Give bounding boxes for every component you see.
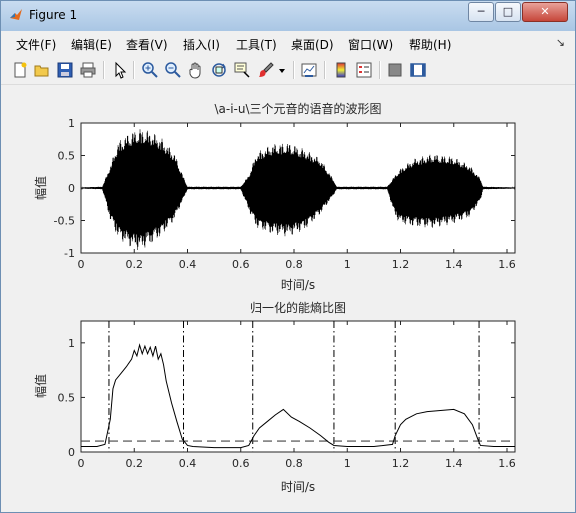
waveform-xtick-label: 0.4: [179, 258, 197, 271]
energy-entropy-title: 归一化的能熵比图: [250, 300, 346, 315]
waveform-title: \a-i-u\三个元音的语音的波形图: [214, 101, 381, 116]
waveform-xlabel: 时间/s: [281, 278, 315, 292]
toolbar-separator: [324, 61, 326, 79]
energy-entropy-xtick-label: 0.2: [126, 457, 144, 470]
energy-entropy-xtick-label: 1.2: [392, 457, 410, 470]
menu-overflow-icon[interactable]: ↘: [556, 36, 565, 49]
waveform-xtick-label: 1.2: [392, 258, 410, 271]
menu-help[interactable]: 帮助(H): [409, 36, 451, 53]
energy-entropy-xtick-label: 0.4: [179, 457, 197, 470]
menu-edit[interactable]: 编辑(E): [71, 36, 112, 53]
waveform-ytick-label: 0.5: [58, 150, 76, 163]
window-title: Figure 1: [29, 8, 78, 22]
waveform-ytick-label: 1: [68, 117, 75, 130]
show-plot-tools-icon[interactable]: [409, 61, 427, 79]
waveform-xtick-label: 1: [344, 258, 351, 271]
energy-entropy-xtick-label: 1: [344, 457, 351, 470]
toolbar: [1, 56, 575, 85]
minimize-button[interactable]: ─: [468, 2, 494, 22]
figure-window: Figure 1 ─ □ ✕ 文件(F) 编辑(E) 查看(V) 插入(I) 工…: [0, 0, 576, 513]
energy-entropy-xtick-label: 0.6: [232, 457, 250, 470]
waveform-xtick-label: 0.8: [285, 258, 303, 271]
zoom-in-icon[interactable]: [141, 61, 159, 79]
new-figure-icon[interactable]: [11, 61, 29, 79]
waveform-xtick-label: 1.6: [498, 258, 516, 271]
energy-entropy-ytick-label: 0.5: [58, 391, 76, 404]
pointer-icon[interactable]: [111, 61, 129, 79]
energy-entropy-xtick-label: 1.4: [445, 457, 463, 470]
toolbar-separator: [103, 61, 105, 79]
menu-bar: 文件(F) 编辑(E) 查看(V) 插入(I) 工具(T) 桌面(D) 窗口(W…: [1, 32, 575, 56]
open-file-icon[interactable]: [33, 61, 51, 79]
toolbar-separator: [379, 61, 381, 79]
plot-area: 0 0.2 0.4 0.6 0.8 1 1.2 1.4 1.6 -1 -0.5 0 0.5 1 \a-i-…: [33, 101, 516, 494]
colorbar-icon[interactable]: [332, 61, 350, 79]
menu-tools[interactable]: 工具(T): [236, 36, 277, 53]
zoom-out-icon[interactable]: [164, 61, 182, 79]
hide-plot-tools-icon[interactable]: [386, 61, 404, 79]
energy-entropy-ytick-label: 0: [68, 446, 75, 459]
menu-desktop[interactable]: 桌面(D): [291, 36, 334, 53]
maximize-button[interactable]: □: [495, 2, 521, 22]
brush-dropdown-icon[interactable]: [277, 61, 287, 79]
toolbar-separator: [293, 61, 295, 79]
figure-canvas: 0 0.2 0.4 0.6 0.8 1 1.2 1.4 1.6 -1 -0.5 0 0.5 1 \a-i-…: [1, 85, 575, 512]
menu-file[interactable]: 文件(F): [16, 36, 56, 53]
title-bar[interactable]: Figure 1 ─ □ ✕: [1, 1, 575, 31]
rotate-3d-icon[interactable]: [210, 61, 228, 79]
energy-entropy-xlabel: 时间/s: [281, 480, 315, 494]
energy-entropy-axes[interactable]: 0 0.2 0.4 0.6 0.8 1 1.2 1.4 1.6 0 0.5 1 归一化的能熵比图 时间…: [33, 300, 516, 494]
waveform-xtick-label: 1.4: [445, 258, 463, 271]
menu-insert[interactable]: 插入(I): [183, 36, 220, 53]
link-plot-icon[interactable]: [300, 61, 318, 79]
waveform-ylabel: 幅值: [33, 176, 48, 200]
waveform-xtick-label: 0: [78, 258, 85, 271]
waveform-xtick-label: 0.2: [126, 258, 144, 271]
waveform-xtick-label: 0.6: [232, 258, 250, 271]
energy-entropy-xtick-label: 1.6: [498, 457, 516, 470]
waveform-ytick-label: -1: [64, 247, 75, 260]
toolbar-separator: [133, 61, 135, 79]
data-cursor-icon[interactable]: [233, 61, 251, 79]
save-icon[interactable]: [56, 61, 74, 79]
energy-entropy-axes-box: [80, 320, 516, 453]
energy-entropy-xtick-label: 0.8: [285, 457, 303, 470]
menu-view[interactable]: 查看(V): [126, 36, 168, 53]
energy-entropy-ytick-label: 1: [68, 337, 75, 350]
waveform-axes[interactable]: 0 0.2 0.4 0.6 0.8 1 1.2 1.4 1.6 -1 -0.5 0 0.5 1 \a-i-…: [33, 101, 516, 292]
legend-icon[interactable]: [355, 61, 373, 79]
energy-entropy-ylabel: 幅值: [33, 374, 48, 398]
pan-hand-icon[interactable]: [187, 61, 205, 79]
brush-icon[interactable]: [257, 61, 275, 79]
menu-window[interactable]: 窗口(W): [348, 36, 393, 53]
energy-entropy-xtick-label: 0: [78, 457, 85, 470]
waveform-ytick-label: -0.5: [54, 215, 75, 228]
close-button[interactable]: ✕: [522, 2, 568, 22]
waveform-ytick-label: 0: [68, 182, 75, 195]
print-icon[interactable]: [79, 61, 97, 79]
matlab-logo-icon: [10, 9, 22, 20]
